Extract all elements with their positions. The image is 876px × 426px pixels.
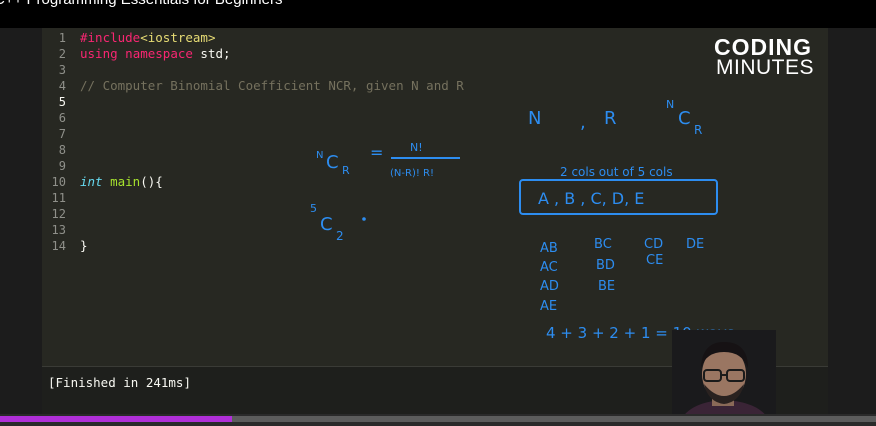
code-line-2[interactable]: using namespace std; bbox=[80, 46, 231, 62]
window-title: C++ Programming Essentials for Beginners bbox=[0, 0, 282, 8]
code-editor[interactable]: 1 2 3 4 5 6 7 8 9 10 11 12 13 14 #includ… bbox=[42, 28, 828, 366]
code-token: (){ bbox=[140, 174, 163, 189]
logo-line-2: MINUTES bbox=[716, 56, 814, 79]
code-line-10[interactable]: int main(){ bbox=[80, 174, 163, 190]
line-number: 6 bbox=[58, 111, 66, 125]
code-line-1[interactable]: #include<iostream> bbox=[80, 30, 215, 46]
line-number: 12 bbox=[51, 207, 66, 221]
line-number: 14 bbox=[51, 239, 66, 253]
left-margin bbox=[0, 28, 42, 414]
code-token: int bbox=[80, 174, 103, 189]
coding-minutes-logo: CODING MINUTES bbox=[714, 34, 826, 80]
line-number: 10 bbox=[51, 175, 66, 189]
line-number: 3 bbox=[58, 63, 66, 77]
video-progress-bar[interactable] bbox=[0, 414, 876, 426]
line-number-gutter: 1 2 3 4 5 6 7 8 9 10 11 12 13 14 bbox=[42, 28, 70, 366]
code-token: main bbox=[110, 174, 141, 189]
code-token: <iostream> bbox=[140, 30, 216, 45]
code-line-4[interactable]: // Computer Binomial Coefficient NCR, gi… bbox=[80, 78, 464, 94]
code-line-14[interactable]: } bbox=[80, 238, 88, 254]
build-output-text: [Finished in 241ms] bbox=[48, 375, 191, 390]
line-number-active: 5 bbox=[58, 95, 66, 109]
window-titlebar: C++ Programming Essentials for Beginners bbox=[0, 0, 876, 28]
line-number: 11 bbox=[51, 191, 66, 205]
line-number: 7 bbox=[58, 127, 66, 141]
right-margin bbox=[828, 28, 876, 414]
line-number: 13 bbox=[51, 223, 66, 237]
code-token: #include bbox=[80, 30, 141, 45]
line-number: 4 bbox=[58, 79, 66, 93]
code-token: using bbox=[80, 46, 118, 61]
code-token: namespace bbox=[125, 46, 193, 61]
line-number: 8 bbox=[58, 143, 66, 157]
line-number: 9 bbox=[58, 159, 66, 173]
line-number: 1 bbox=[58, 31, 66, 45]
code-token: std; bbox=[192, 46, 231, 61]
progress-played bbox=[0, 416, 233, 422]
instructor-webcam bbox=[672, 330, 776, 426]
line-number: 2 bbox=[58, 47, 66, 61]
